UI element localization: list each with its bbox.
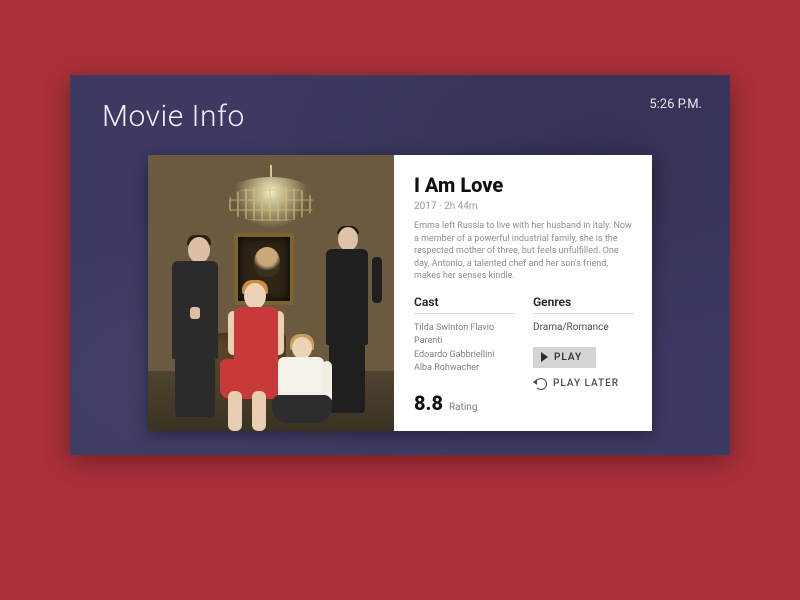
meta-separator: · <box>436 201 444 212</box>
movie-poster <box>148 155 394 431</box>
movie-info-card: Movie Info 5:26 P.M. I Am Love <box>70 75 730 455</box>
cast-item: Edoardo Gabbriellini <box>414 349 515 363</box>
play-later-icon <box>535 378 547 390</box>
rating: 8.8 Rating <box>414 391 477 415</box>
poster-figure-man-left <box>164 237 224 417</box>
movie-synopsis: Emma left Russia to live with her husban… <box>414 220 634 283</box>
movie-details: I Am Love 2017 · 2h 44m Emma left Russia… <box>394 155 652 431</box>
play-button-label: PLAY <box>554 352 582 363</box>
rating-label: Rating <box>449 402 477 413</box>
poster-figure-girl <box>270 337 350 431</box>
info-panel: I Am Love 2017 · 2h 44m Emma left Russia… <box>148 155 652 431</box>
play-button[interactable]: PLAY <box>533 347 596 368</box>
movie-title: I Am Love <box>414 173 634 197</box>
movie-runtime: 2h 44m <box>444 201 478 212</box>
rating-value: 8.8 <box>414 391 443 415</box>
movie-meta: 2017 · 2h 44m <box>414 201 634 212</box>
genres-heading: Genres <box>533 295 634 314</box>
cast-item: Tilda Swinton Flavio <box>414 322 515 336</box>
page-title: Movie Info <box>102 99 245 134</box>
chandelier-icon <box>211 165 331 235</box>
cast-list: Tilda Swinton Flavio Parenti Edoardo Gab… <box>414 322 515 376</box>
cast-item: Alba Rohwacher <box>414 362 515 376</box>
genres-column: Genres Drama/Romance PLAY PLAY LATER <box>533 295 634 390</box>
play-later-label: PLAY LATER <box>553 378 619 389</box>
cast-item: Parenti <box>414 335 515 349</box>
movie-year: 2017 <box>414 201 436 212</box>
genres-value: Drama/Romance <box>533 322 634 333</box>
cast-heading: Cast <box>414 295 515 314</box>
play-icon <box>541 352 548 362</box>
clock: 5:26 P.M. <box>649 97 702 112</box>
cast-column: Cast Tilda Swinton Flavio Parenti Edoard… <box>414 295 515 390</box>
play-later-button[interactable]: PLAY LATER <box>533 378 634 390</box>
